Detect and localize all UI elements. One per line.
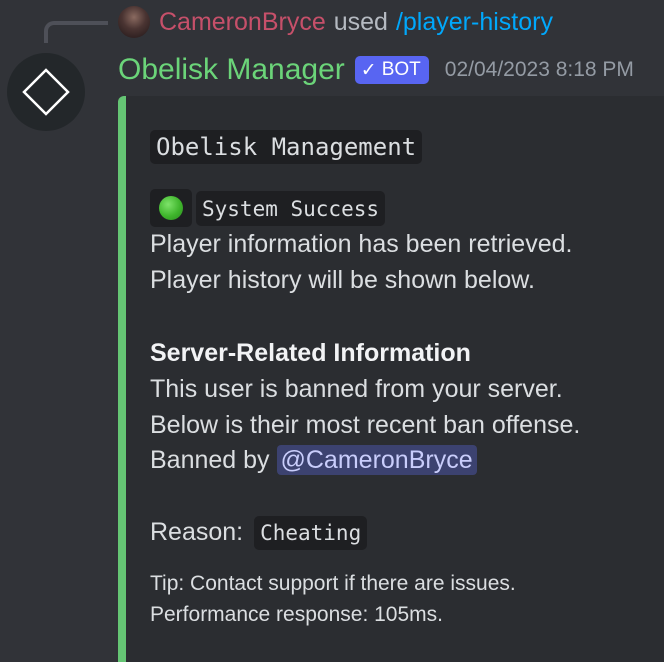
reason-label: Reason:	[150, 518, 244, 546]
command-user-avatar[interactable]	[118, 6, 150, 38]
status-row: System Success	[150, 189, 386, 227]
user-mention[interactable]: @CameronBryce	[276, 445, 477, 475]
banned-by-line: Banned by @CameronBryce	[150, 445, 477, 475]
command-used-line: CameronBryce used /player-history	[118, 4, 553, 40]
reply-spine	[44, 21, 108, 43]
bot-tag-label: BOT	[381, 59, 421, 80]
section-title: Server-Related Information	[150, 339, 471, 367]
tip-text: Tip: Contact support if there are issues…	[150, 572, 516, 595]
green-circle-icon	[159, 196, 183, 220]
reason-value: Cheating	[254, 516, 368, 550]
command-name-link[interactable]: /player-history	[396, 8, 553, 37]
reason-line: Reason: Cheating	[150, 516, 368, 550]
description-line-2: Player history will be shown below.	[150, 266, 535, 294]
command-user-name[interactable]: CameronBryce	[159, 8, 326, 37]
description-line-1: Player information has been retrieved.	[150, 230, 573, 258]
author-name[interactable]: Obelisk Manager	[118, 53, 345, 87]
bot-avatar[interactable]	[7, 53, 85, 131]
message-timestamp[interactable]: 02/04/2023 8:18 PM	[445, 58, 634, 82]
section-line-1: This user is banned from your server.	[150, 375, 563, 403]
embed-card: Obelisk Management System Success Player…	[118, 96, 664, 662]
verified-check-icon: ✓	[360, 59, 377, 81]
performance-text: Performance response: 105ms.	[150, 603, 443, 626]
section-line-2: Below is their most recent ban offense.	[150, 411, 581, 439]
bot-tag: ✓ BOT	[354, 56, 429, 84]
diamond-icon	[22, 68, 70, 116]
command-used-text: used	[333, 7, 388, 36]
banned-by-label: Banned by	[150, 446, 270, 474]
status-text: System Success	[196, 190, 386, 226]
status-emoji	[150, 189, 192, 227]
message-header: Obelisk Manager ✓ BOT 02/04/2023 8:18 PM	[118, 50, 634, 90]
chat-message: CameronBryce used /player-history Obelis…	[0, 0, 664, 662]
embed-title: Obelisk Management	[150, 130, 423, 164]
